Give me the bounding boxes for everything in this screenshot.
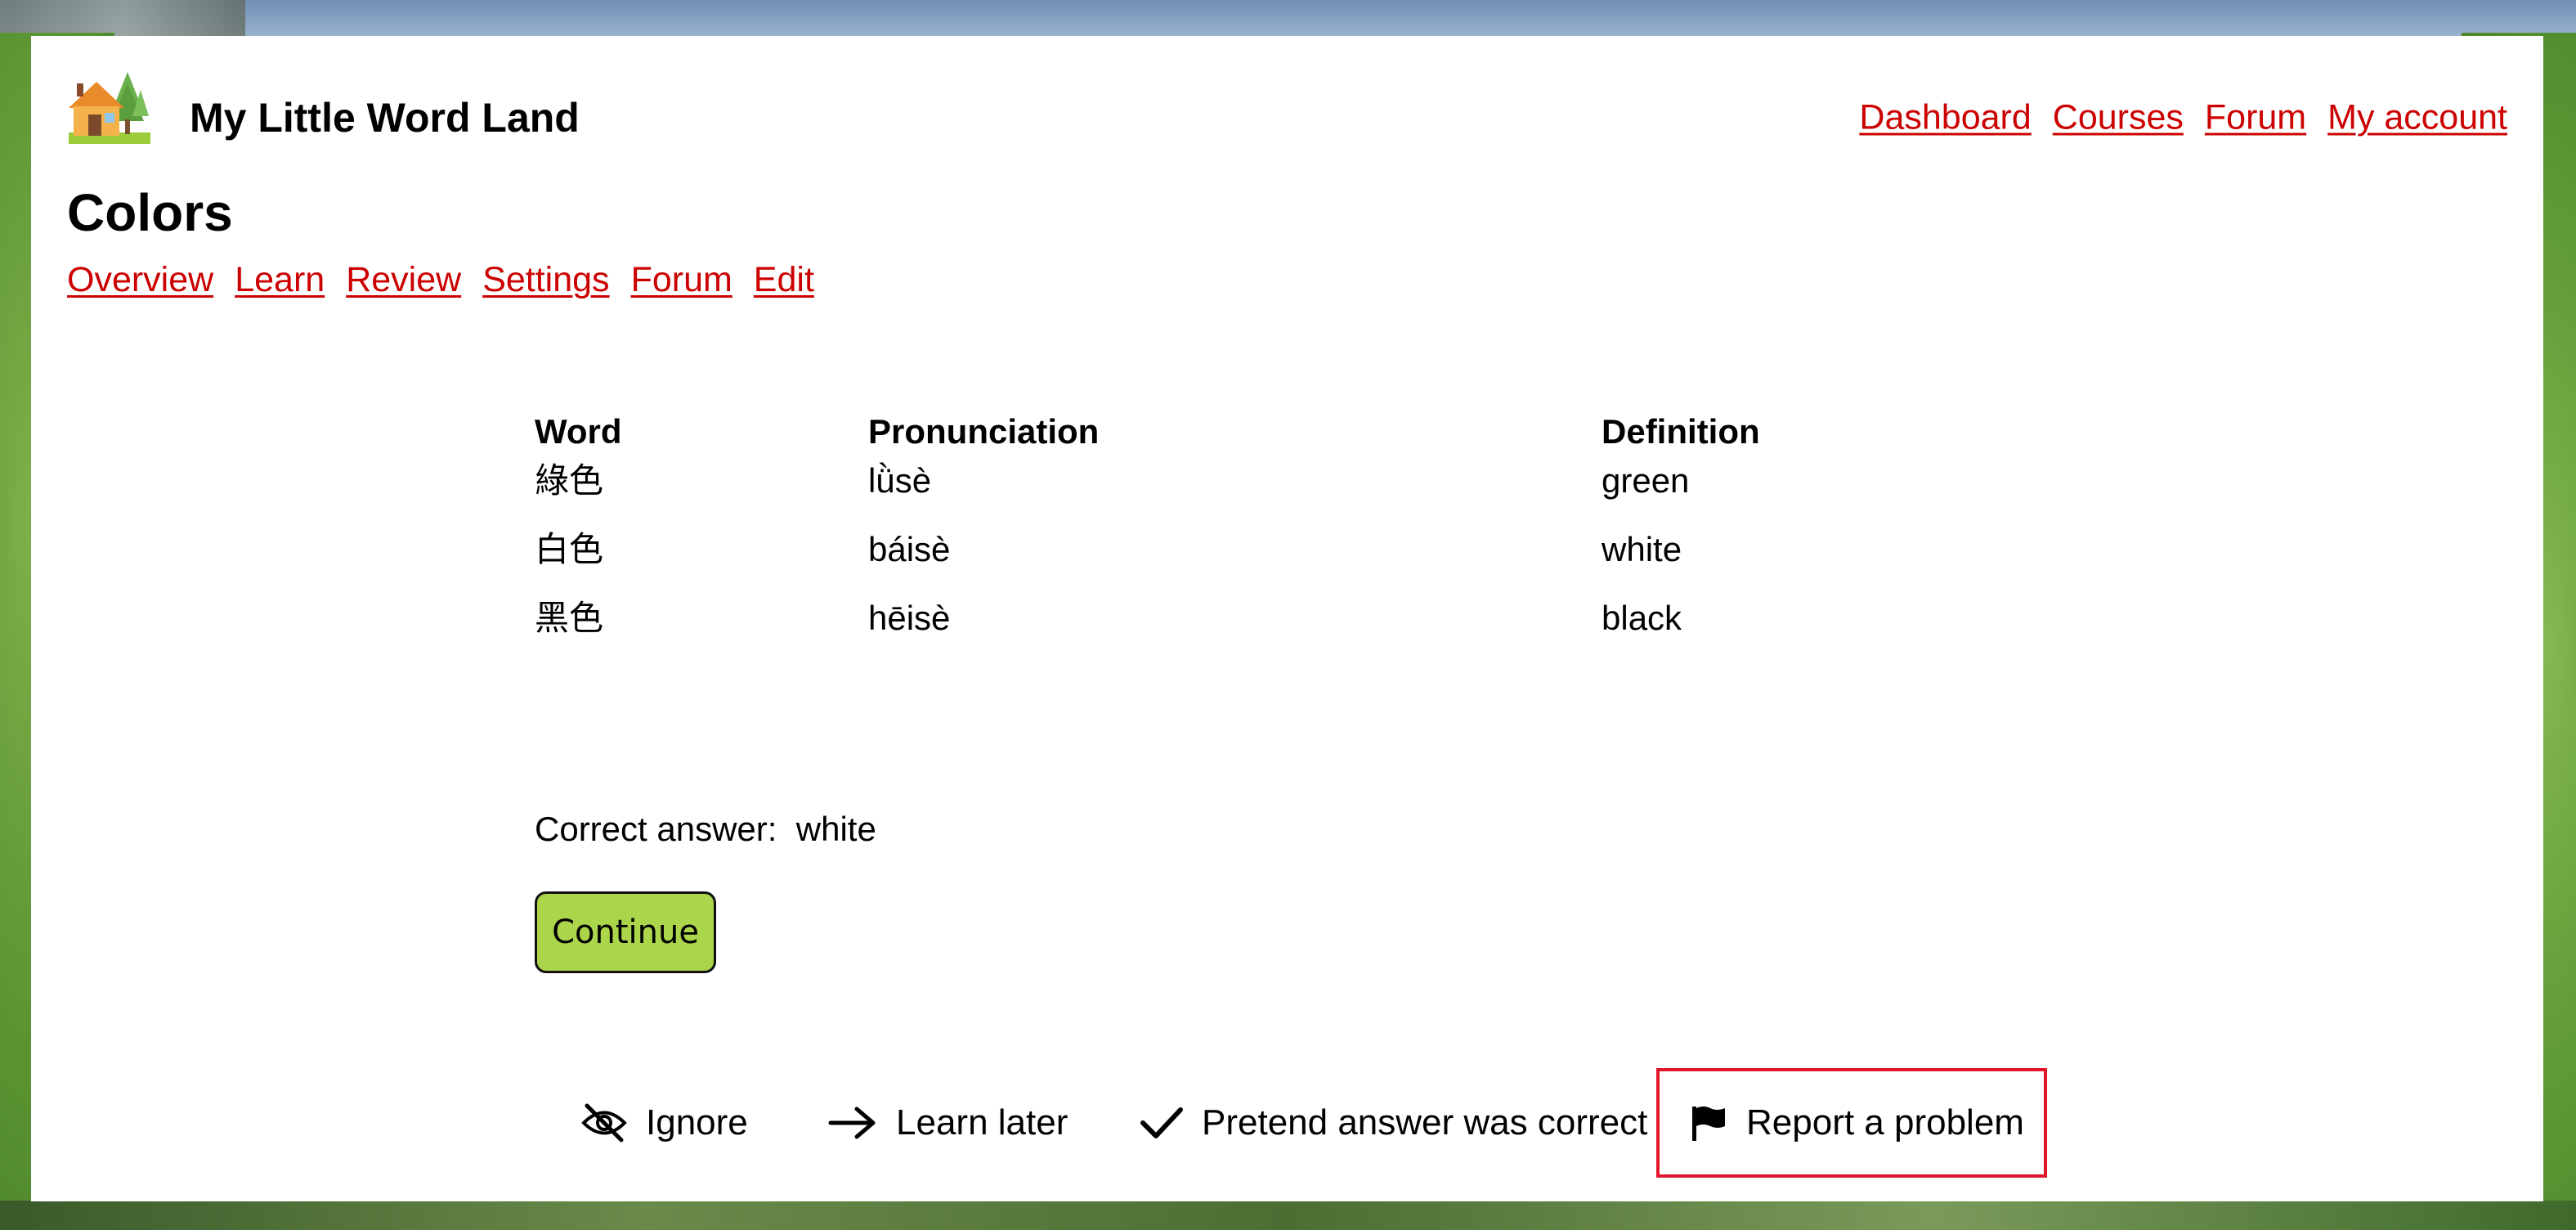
correct-answer-label: Correct answer: xyxy=(535,810,777,848)
nav-dashboard-link[interactable]: Dashboard xyxy=(1859,98,2031,138)
pronunciation-cell: lǜsè xyxy=(868,461,932,500)
top-nav: Dashboard Courses Forum My account xyxy=(1859,98,2507,138)
table-row: 白色 báisè white xyxy=(535,527,1929,595)
correct-answer-line: Correct answer: white xyxy=(535,810,876,849)
site-header: My Little Word Land Dashboard Courses Fo… xyxy=(67,69,2507,150)
table-row: 綠色 lǜsè green xyxy=(535,458,1929,527)
page-title: Colors xyxy=(67,183,233,242)
tab-overview[interactable]: Overview xyxy=(67,260,213,300)
flag-icon xyxy=(1689,1103,1728,1142)
definition-cell: black xyxy=(1602,599,1682,637)
site-title[interactable]: My Little Word Land xyxy=(190,94,580,141)
answer-actions-bar: Ignore Learn later Pretend answer was co… xyxy=(535,1068,2088,1179)
pretend-correct-button[interactable]: Pretend answer was correct xyxy=(1140,1068,1647,1178)
table-row: 黑色 hēisè black xyxy=(535,595,1929,664)
ignore-label: Ignore xyxy=(646,1102,748,1142)
column-header-word: Word xyxy=(535,412,622,451)
house-with-trees-icon[interactable] xyxy=(67,69,152,147)
eye-slash-icon xyxy=(580,1102,628,1143)
column-header-pronunciation: Pronunciation xyxy=(868,412,1100,451)
tab-settings[interactable]: Settings xyxy=(482,260,609,300)
tab-learn[interactable]: Learn xyxy=(235,260,325,300)
tab-edit[interactable]: Edit xyxy=(754,260,814,300)
pretend-correct-label: Pretend answer was correct xyxy=(1202,1102,1648,1142)
tab-review[interactable]: Review xyxy=(346,260,461,300)
learn-later-button[interactable]: Learn later xyxy=(827,1068,1068,1178)
course-sub-nav: Overview Learn Review Settings Forum Edi… xyxy=(67,260,814,300)
report-problem-button[interactable]: Report a problem xyxy=(1656,1068,2047,1178)
correct-answer-value: white xyxy=(795,810,876,848)
word-cell: 綠色 xyxy=(535,460,604,501)
definition-cell: green xyxy=(1602,461,1690,500)
words-table: Word Pronunciation Definition 綠色 lǜsè gr… xyxy=(535,409,1929,664)
definition-cell: white xyxy=(1602,530,1682,568)
table-header-row: Word Pronunciation Definition xyxy=(535,409,1929,458)
ignore-button[interactable]: Ignore xyxy=(580,1068,748,1178)
nav-forum-link[interactable]: Forum xyxy=(2205,98,2306,138)
column-header-definition: Definition xyxy=(1602,412,1760,451)
learn-later-label: Learn later xyxy=(896,1102,1068,1142)
pronunciation-cell: báisè xyxy=(868,530,951,568)
arrow-right-icon xyxy=(827,1105,878,1141)
nav-courses-link[interactable]: Courses xyxy=(2053,98,2184,138)
background-ground xyxy=(0,1201,2576,1230)
word-cell: 白色 xyxy=(535,529,604,569)
report-problem-label: Report a problem xyxy=(1746,1102,2024,1142)
word-cell: 黑色 xyxy=(535,598,604,638)
tab-forum[interactable]: Forum xyxy=(631,260,732,300)
pronunciation-cell: hēisè xyxy=(868,599,951,637)
checkmark-icon xyxy=(1140,1105,1184,1141)
continue-button[interactable]: Continue xyxy=(535,891,716,973)
main-panel: My Little Word Land Dashboard Courses Fo… xyxy=(31,36,2543,1201)
nav-my-account-link[interactable]: My account xyxy=(2327,98,2507,138)
